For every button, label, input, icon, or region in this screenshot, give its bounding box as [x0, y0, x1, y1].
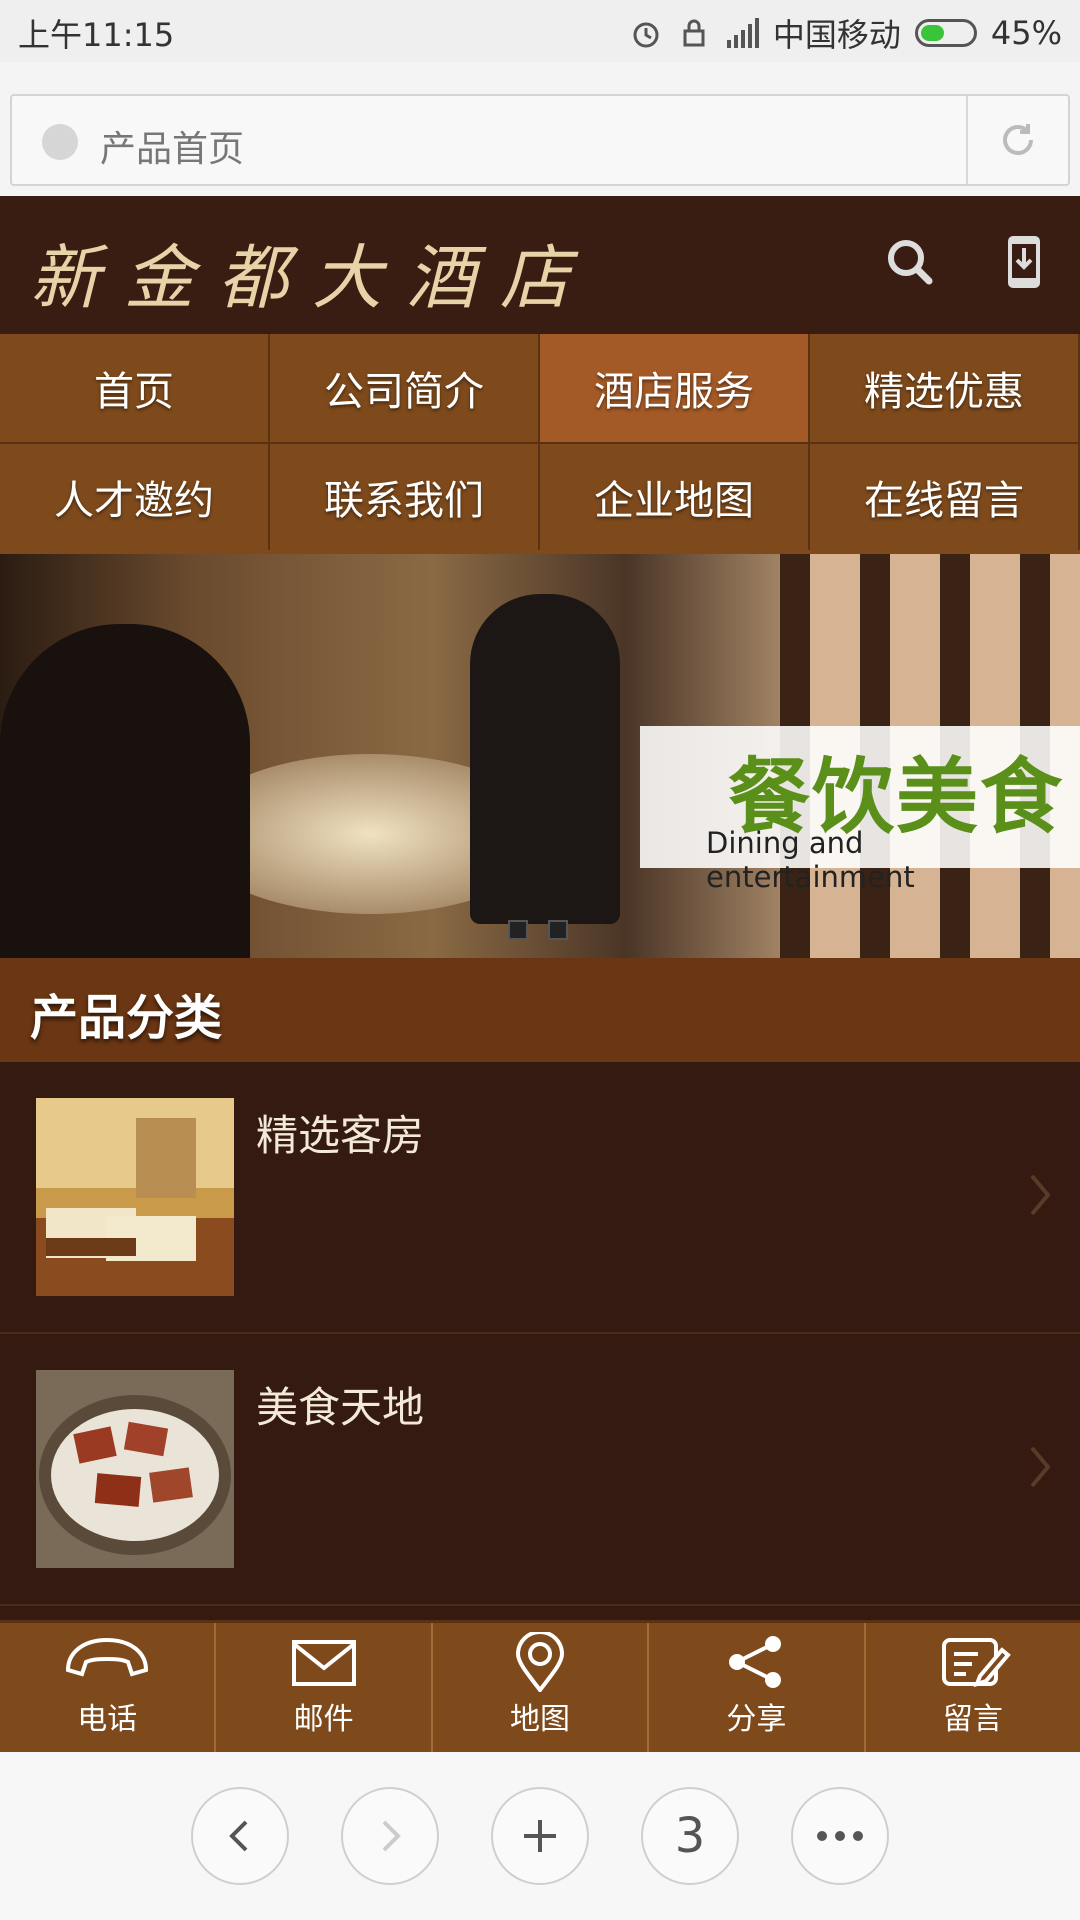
- battery-percent: 45%: [990, 14, 1062, 52]
- address-text[interactable]: 产品首页: [100, 120, 244, 172]
- section-title: 产品分类: [0, 958, 1080, 1062]
- status-time: 上午11:15: [18, 16, 175, 54]
- tab-phone[interactable]: 电话: [0, 1623, 217, 1752]
- address-divider: [966, 96, 968, 184]
- chevron-right-icon: [382, 1820, 401, 1852]
- food-photo: [36, 1370, 234, 1568]
- menu-item-message[interactable]: 在线留言: [810, 444, 1080, 550]
- more-icon: [817, 1831, 863, 1841]
- tab-mail[interactable]: 邮件: [216, 1623, 433, 1752]
- tab-message[interactable]: 留言: [866, 1623, 1080, 1752]
- signal-icon: [726, 18, 759, 48]
- message-icon: [941, 1637, 1011, 1687]
- more-button[interactable]: [791, 1787, 889, 1885]
- plus-icon: [524, 1820, 556, 1852]
- menu-item-map[interactable]: 企业地图: [540, 444, 810, 550]
- banner-caption: 餐饮美食 Dining and entertainment: [640, 726, 1080, 894]
- tab-label: 电话: [77, 1701, 138, 1737]
- banner-title-en: Dining and entertainment: [706, 826, 915, 894]
- back-button[interactable]: [191, 1787, 289, 1885]
- status-right: 中国移动 45%: [629, 10, 1062, 56]
- alarm-icon: [633, 22, 659, 48]
- menu-item-offers[interactable]: 精选优惠: [810, 334, 1080, 442]
- site-icon: [42, 124, 78, 160]
- hotel-logo[interactable]: 新金都大酒店: [30, 222, 594, 323]
- menu-item-contact[interactable]: 联系我们: [270, 444, 540, 550]
- mail-icon: [291, 1639, 356, 1686]
- share-icon: [729, 1635, 782, 1688]
- tab-share[interactable]: 分享: [649, 1623, 866, 1752]
- mobile-download-icon[interactable]: [994, 232, 1054, 292]
- browser-toolbar: 3: [0, 1752, 1080, 1920]
- tab-label: 邮件: [293, 1701, 354, 1737]
- product-list: 精选客房 美食天地: [0, 1062, 1080, 1620]
- menu-item-home[interactable]: 首页: [0, 334, 270, 442]
- tabs-count: 3: [674, 1808, 706, 1864]
- lock-icon: [683, 19, 705, 47]
- list-item-food[interactable]: 美食天地: [0, 1334, 1080, 1606]
- tabs-button[interactable]: 3: [641, 1787, 739, 1885]
- hotel-room-photo: [36, 1098, 234, 1296]
- menu-item-services[interactable]: 酒店服务: [540, 334, 810, 442]
- battery-fill: [920, 25, 944, 41]
- chevron-left-icon: [229, 1820, 248, 1852]
- main-menu: 首页 公司简介 酒店服务 精选优惠 人才邀约 联系我们 企业地图 在线留言: [0, 334, 1080, 554]
- phone-icon: [66, 1637, 149, 1676]
- carrier-name: 中国移动: [772, 16, 901, 54]
- map-pin-icon: [516, 1631, 565, 1692]
- status-bar: 上午11:15 中国移动 45%: [0, 0, 1080, 62]
- list-item-label: 精选客房: [256, 1111, 425, 1160]
- banner-dot[interactable]: [548, 920, 568, 940]
- list-item-label: 美食天地: [256, 1383, 425, 1432]
- banner-foreground-figure: [0, 624, 250, 958]
- site-header: 新金都大酒店: [0, 196, 1080, 334]
- tab-label: 分享: [726, 1701, 787, 1737]
- forward-button[interactable]: [341, 1787, 439, 1885]
- menu-row-2: 人才邀约 联系我们 企业地图 在线留言: [0, 442, 1080, 550]
- chevron-right-icon: [1030, 1446, 1051, 1488]
- tab-label: 地图: [510, 1701, 571, 1737]
- refresh-icon[interactable]: [998, 120, 1038, 160]
- chevron-right-icon: [1030, 1174, 1051, 1216]
- banner-dot[interactable]: [508, 920, 528, 940]
- battery-icon: [914, 19, 977, 47]
- menu-item-careers[interactable]: 人才邀约: [0, 444, 270, 550]
- banner-pagination[interactable]: [508, 920, 568, 940]
- menu-row-1: 首页 公司简介 酒店服务 精选优惠: [0, 334, 1080, 442]
- menu-item-about[interactable]: 公司简介: [270, 334, 540, 442]
- hero-banner[interactable]: 餐饮美食 Dining and entertainment: [0, 554, 1080, 958]
- new-tab-button[interactable]: [491, 1787, 589, 1885]
- tab-map[interactable]: 地图: [433, 1623, 650, 1752]
- banner-waitress-figure: [470, 594, 620, 924]
- list-item-rooms[interactable]: 精选客房: [0, 1062, 1080, 1334]
- tab-label: 留言: [942, 1701, 1003, 1737]
- search-icon[interactable]: [880, 232, 940, 292]
- address-bar[interactable]: 产品首页: [10, 94, 1070, 186]
- action-tabbar: 电话 邮件 地图 分享 留言: [0, 1620, 1080, 1752]
